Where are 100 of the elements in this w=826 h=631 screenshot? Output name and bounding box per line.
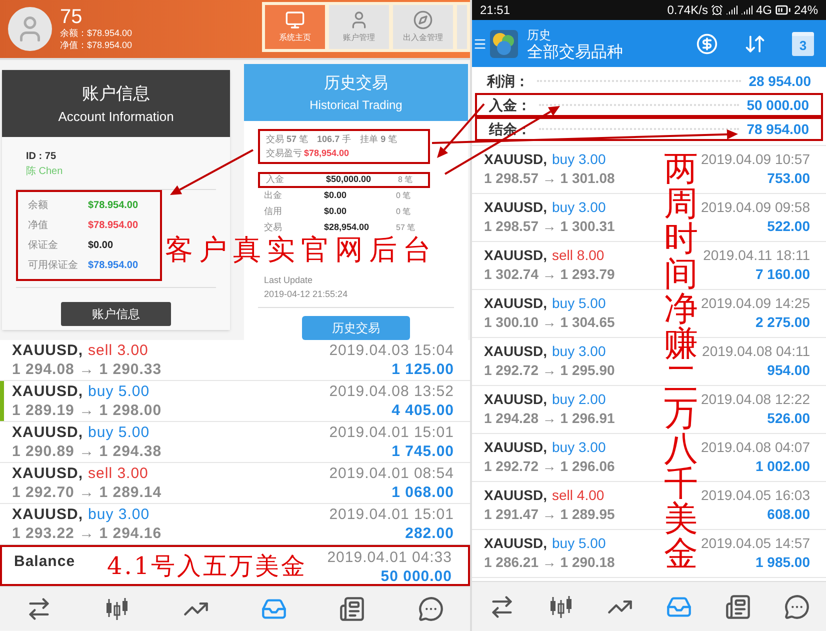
field-label: 余额 [28, 198, 49, 213]
fund-amount: $0.00 [324, 189, 348, 202]
symbol-text: XAUUSD, [484, 198, 548, 217]
price-change-text: 1 292.72 → 1 295.90 [484, 361, 615, 380]
balance-text: 余额：$78.954.00 [60, 27, 132, 39]
last-update-label: Last Update [263, 274, 314, 287]
account-number: 75 [60, 7, 84, 27]
fund-label: 交易 [264, 221, 283, 234]
clock-text: 21:51 [480, 2, 510, 19]
card-subtitle: Historical Trading [310, 96, 402, 114]
fund-count: 57 笔 [396, 222, 416, 234]
symbol-text: XAUUSD, [12, 505, 84, 524]
price-change-text: 1 294.08 → 1 290.33 [12, 360, 162, 379]
trade-side-text: buy 5.00 [552, 534, 606, 553]
field-label: 保证金 [28, 239, 59, 253]
profit-text: 1 125.00 [392, 360, 454, 379]
balance-label: Balance [14, 552, 76, 571]
field-value: $78.954.00 [88, 199, 138, 213]
trade-time-text: 2019.04.09 10:57 [701, 150, 810, 169]
annotation-text: 客户真实官网后台 [165, 234, 437, 266]
price-change-text: 1 294.28 → 1 296.91 [484, 409, 615, 428]
price-change-text: 1 286.21 → 1 290.18 [484, 553, 615, 572]
calendar-button[interactable]: 3 [792, 32, 814, 56]
symbol-text: XAUUSD, [484, 342, 548, 361]
profit-text: 608.00 [767, 505, 810, 524]
profit-text: 954.00 [767, 361, 810, 380]
trade-side-text: buy 3.00 [88, 505, 150, 524]
fund-label: 入金 [266, 173, 285, 186]
field-label: 可用保证金 [28, 259, 79, 273]
summary-value: 28 954.00 [748, 72, 811, 90]
price-change-text: 1 293.22 → 1 294.16 [12, 524, 162, 543]
field-label: 净值 [28, 219, 49, 233]
app-bar-subtitle: 全部交易品种 [527, 44, 623, 62]
trade-side-text: buy 3.00 [552, 198, 606, 217]
field-value: $78.954.00 [88, 219, 138, 233]
trade-side-text: buy 3.00 [552, 150, 606, 169]
compass-icon [413, 10, 433, 30]
profit-text: 753.00 [767, 169, 810, 188]
fund-count: 0 笔 [396, 206, 411, 218]
summary-label: 利润： [487, 72, 529, 90]
dollar-cycle-icon[interactable] [696, 32, 718, 54]
trade-side-text: sell 3.00 [88, 464, 148, 483]
sort-icon[interactable] [744, 32, 766, 54]
price-change-text: 1 292.72 → 1 296.06 [484, 457, 615, 476]
trade-time-text: 2019.04.09 09:58 [701, 198, 810, 217]
menu-icon[interactable] [473, 36, 487, 50]
symbol-text: XAUUSD, [12, 341, 84, 360]
trade-time-text: 2019.04.09 14:25 [701, 294, 810, 313]
trade-time-text: 2019.04.08 04:11 [702, 342, 810, 361]
symbol-text: XAUUSD, [484, 534, 548, 553]
profit-text: 2 275.00 [756, 313, 810, 332]
account-name: 陈 Chen [25, 165, 64, 179]
trade-side-text: sell 8.00 [552, 246, 604, 265]
price-change-text: 1 292.70 → 1 289.14 [12, 483, 162, 502]
trade-side-text: buy 2.00 [552, 390, 606, 409]
history-button[interactable]: 历史交易 [302, 316, 410, 340]
trade-side-text: buy 5.00 [88, 382, 150, 401]
field-value: $0.00 [88, 239, 114, 253]
price-change-text: 1 302.74 → 1 293.79 [484, 265, 615, 284]
trade-side-text: buy 5.00 [88, 423, 150, 442]
fund-count: 0 笔 [396, 190, 411, 202]
equity-text: 净值：$78.954.00 [60, 39, 132, 51]
fund-label: 信用 [264, 205, 283, 218]
nav-tab[interactable]: 系统主页 [265, 5, 325, 49]
trade-side-text: sell 3.00 [88, 341, 148, 360]
trade-side-text: buy 3.00 [552, 342, 606, 361]
symbol-text: XAUUSD, [484, 246, 548, 265]
trade-time-text: 2019.04.08 04:07 [701, 438, 810, 457]
trade-side-text: buy 3.00 [552, 438, 606, 457]
profit-text: 1 002.00 [756, 457, 810, 476]
profit-loss-label: 交易盈亏 [266, 146, 302, 160]
summary-value: 78 954.00 [746, 120, 809, 138]
trade-time-text: 2019.04.01 08:54 [329, 464, 454, 483]
trade-time-text: 2019.04.03 15:04 [329, 341, 454, 360]
profit-text: 1 745.00 [392, 442, 454, 461]
fund-amount: $0.00 [324, 205, 348, 218]
app-bar-title: 历史 [527, 26, 552, 44]
profit-text: 526.00 [767, 409, 810, 428]
symbol-text: XAUUSD, [484, 438, 548, 457]
price-change-text: 1 298.57 → 1 301.08 [484, 169, 615, 188]
profit-text: 4 405.00 [392, 401, 454, 420]
profit-text: 282.00 [405, 524, 454, 543]
trade-time-text: 2019.04.05 14:57 [701, 534, 810, 553]
symbol-text: XAUUSD, [484, 150, 548, 169]
price-change-text: 1 300.10 → 1 304.65 [484, 313, 615, 332]
nav-tab[interactable]: 出入金管理 [393, 5, 453, 49]
profit-text: 7 160.00 [756, 265, 810, 284]
nav-tab[interactable]: 账户管理 [329, 5, 389, 49]
profit-text: 1 985.00 [756, 553, 810, 572]
field-value: $78.954.00 [88, 259, 138, 273]
fund-label: 出金 [264, 189, 283, 202]
price-change-text: 1 291.47 → 1 289.95 [484, 505, 615, 524]
annotation-text: 两周时间净赚二万八千美金 [664, 152, 698, 572]
fund-amount: $28,954.00 [324, 221, 370, 234]
account-info-button[interactable]: 账户信息 [61, 302, 171, 326]
symbol-text: XAUUSD, [12, 464, 84, 483]
symbol-text: XAUUSD, [484, 294, 548, 313]
last-update-time: 2019-04-12 21:55:24 [263, 288, 349, 300]
trade-time-text: 2019.04.01 15:01 [329, 423, 454, 442]
fund-amount: $50,000.00 [326, 173, 372, 186]
